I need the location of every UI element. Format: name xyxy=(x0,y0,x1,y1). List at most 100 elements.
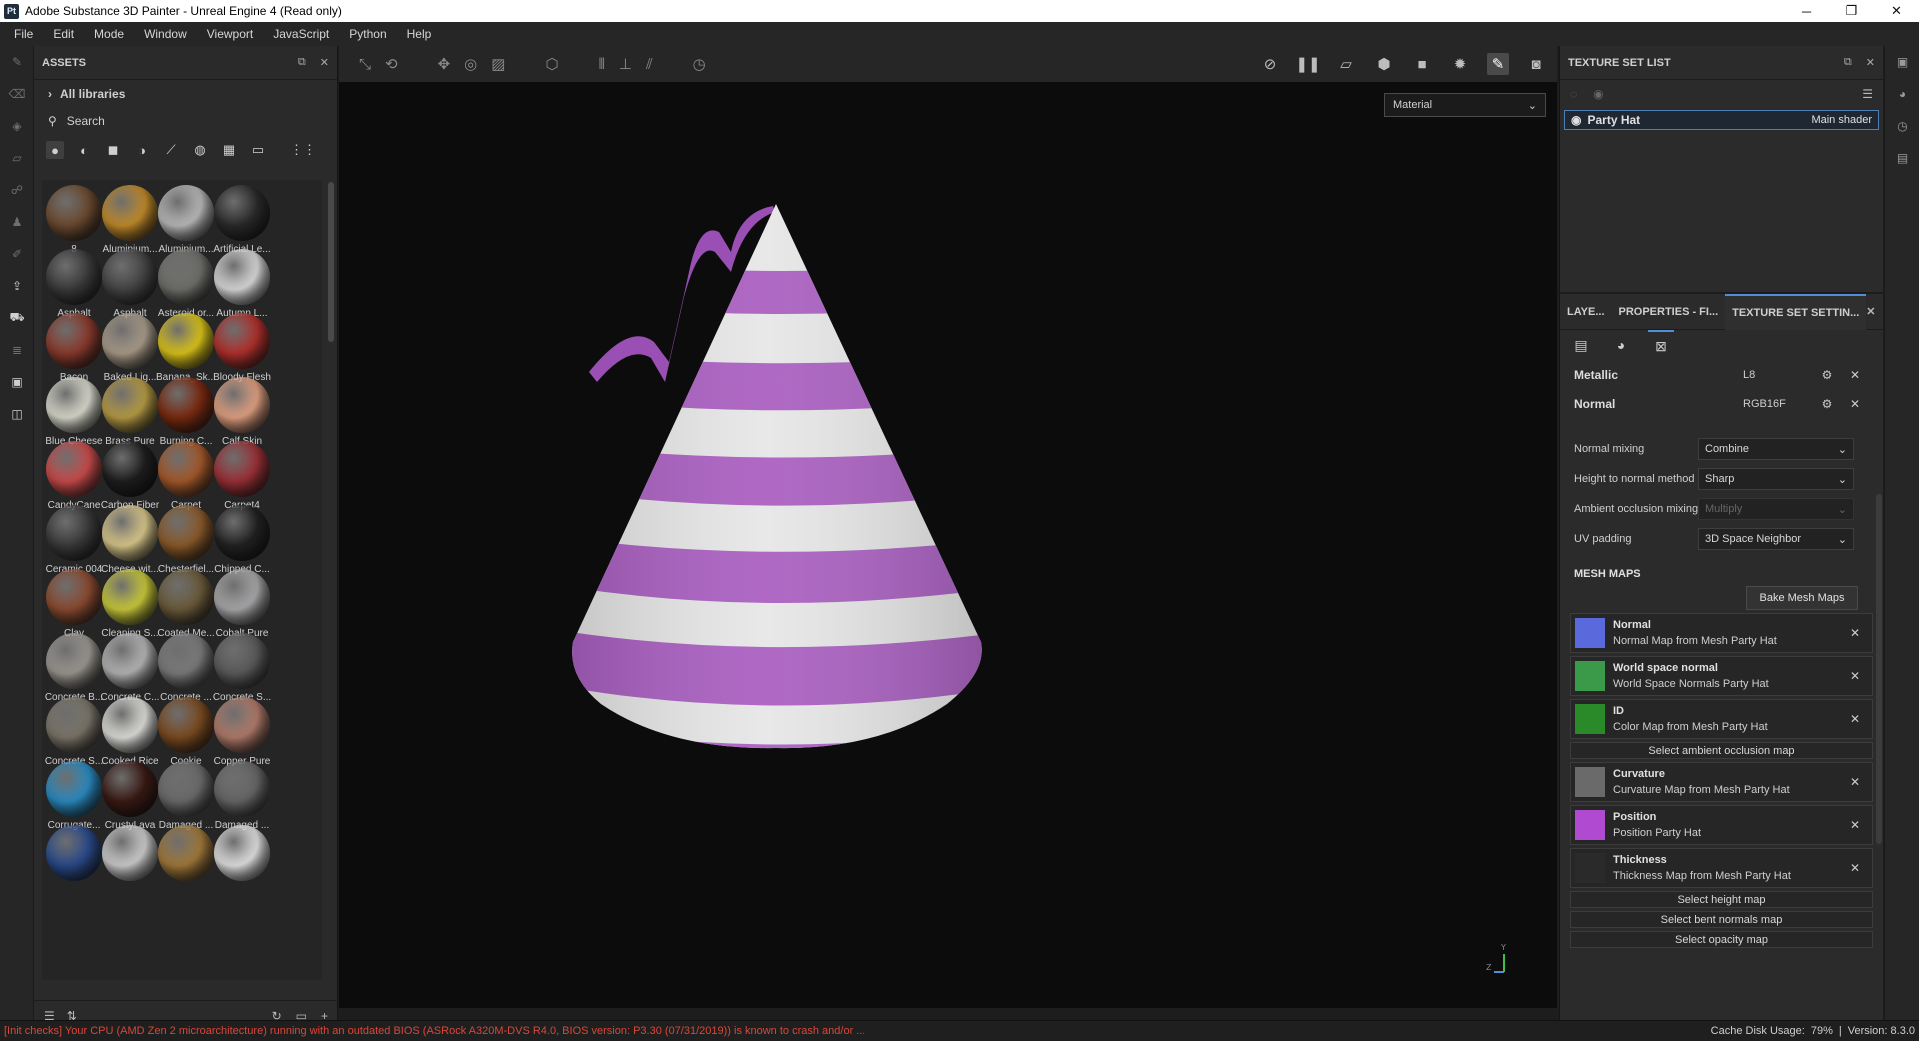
log-icon[interactable]: ▤ xyxy=(1885,142,1919,174)
rotate-icon[interactable]: ◎ xyxy=(464,55,477,73)
pause-icon[interactable]: ❚❚ xyxy=(1295,53,1320,75)
asset-item[interactable] xyxy=(208,822,276,900)
remove-channel-icon[interactable]: ✕ xyxy=(1841,397,1869,411)
float-panel-icon[interactable]: ⧉ xyxy=(1844,56,1852,69)
shader-icon[interactable]: ◕ xyxy=(1608,330,1634,360)
remove-map-icon[interactable]: ✕ xyxy=(1850,712,1860,726)
select-ambient-occlusion-map-button[interactable]: Select ambient occlusion map xyxy=(1570,742,1873,759)
history-icon[interactable]: ◷ xyxy=(1885,110,1919,142)
remove-map-icon[interactable]: ✕ xyxy=(1850,861,1860,875)
channel-format[interactable]: RGB16F xyxy=(1743,398,1813,410)
mesh-map-source[interactable]: Thickness Map from Mesh Party Hat xyxy=(1613,870,1791,882)
textures-filter-icon[interactable]: ▦ xyxy=(220,141,238,159)
paint-mode-icon[interactable]: ✎ xyxy=(1487,53,1509,75)
remove-channel-icon[interactable]: ✕ xyxy=(1841,368,1869,382)
color-picker-icon[interactable]: ✐ xyxy=(0,238,34,270)
select-bent-normals-map-button[interactable]: Select bent normals map xyxy=(1570,911,1873,928)
search-input[interactable]: Search xyxy=(67,114,105,128)
uv-padding-select[interactable]: 3D Space Neighbor ⌄ xyxy=(1698,528,1854,550)
remove-map-icon[interactable]: ✕ xyxy=(1850,669,1860,683)
menu-help[interactable]: Help xyxy=(397,27,442,41)
texture-set-icon[interactable]: ▤ xyxy=(1568,330,1594,360)
generators-filter-icon[interactable]: ◑ xyxy=(133,141,151,159)
mesh-map-source[interactable]: Normal Map from Mesh Party Hat xyxy=(1613,635,1777,647)
brushes-filter-icon[interactable]: ⟋ xyxy=(162,141,180,159)
shader-settings-icon[interactable]: ◕ xyxy=(1885,78,1919,110)
assets-search[interactable]: ⚲ Search xyxy=(34,108,337,134)
mesh-map-source[interactable]: World Space Normals Party Hat xyxy=(1613,678,1769,690)
mesh-map-item[interactable]: World space normal World Space Normals Pa… xyxy=(1570,656,1873,696)
menu-javascript[interactable]: JavaScript xyxy=(263,27,339,41)
assets-scrollbar[interactable] xyxy=(328,182,334,342)
close-panel-icon[interactable]: ✕ xyxy=(1866,56,1875,69)
3d-viewport[interactable] xyxy=(339,82,1557,1008)
scale-icon[interactable]: ▨ xyxy=(491,55,505,73)
menu-viewport[interactable]: Viewport xyxy=(197,27,263,41)
close-panel-icon[interactable]: ✕ xyxy=(320,56,329,69)
channel-format[interactable]: L8 xyxy=(1743,369,1813,381)
materials-filter-icon[interactable]: ● xyxy=(46,141,64,159)
eye-icon[interactable]: ◉ xyxy=(1593,87,1603,101)
shader-name[interactable]: Main shader xyxy=(1811,114,1872,126)
menu-file[interactable]: File xyxy=(4,27,43,41)
render-icon[interactable]: ✹ xyxy=(1449,53,1471,75)
mesh-map-item[interactable]: Thickness Thickness Map from Mesh Party H… xyxy=(1570,848,1873,888)
mirror-z-icon[interactable]: ⫽ xyxy=(646,56,653,73)
height-to-normal-select[interactable]: Sharp ⌄ xyxy=(1698,468,1854,490)
grid-view-icon[interactable]: ⋮⋮ xyxy=(290,141,316,159)
gear-icon[interactable]: ⚙ xyxy=(1813,368,1841,382)
bake-mesh-maps-button[interactable]: Bake Mesh Maps xyxy=(1746,586,1858,610)
mirror-y-icon[interactable]: ⊥ xyxy=(619,55,632,73)
mirror-x-icon[interactable]: ⫴ xyxy=(599,56,605,73)
viewer-icon[interactable]: ◫ xyxy=(0,398,34,430)
mesh-map-source[interactable]: Curvature Map from Mesh Party Hat xyxy=(1613,784,1790,796)
uv-icon[interactable]: ⊠ xyxy=(1648,330,1674,360)
remove-map-icon[interactable]: ✕ xyxy=(1850,818,1860,832)
clone-icon[interactable]: ♟ xyxy=(0,206,34,238)
camera-icon[interactable]: ■ xyxy=(1411,53,1433,75)
maximize-button[interactable]: ❐ xyxy=(1829,0,1874,22)
cube-icon[interactable]: ⬡ xyxy=(545,55,558,73)
close-icon[interactable]: ✕ xyxy=(1866,305,1883,318)
display-settings-icon[interactable]: ▣ xyxy=(0,366,34,398)
mesh-map-item[interactable]: Normal Normal Map from Mesh Party Hat ✕ xyxy=(1570,613,1873,653)
init-check-warning[interactable]: [Init checks] Your CPU (AMD Zen 2 microa… xyxy=(4,1025,864,1037)
paint-brush-icon[interactable]: ✎ xyxy=(0,46,34,78)
mesh-map-item[interactable]: Position Position Party Hat ✕ xyxy=(1570,805,1873,845)
remove-map-icon[interactable]: ✕ xyxy=(1850,775,1860,789)
uv-transform-2-icon[interactable]: ⟲ xyxy=(385,55,398,73)
menu-edit[interactable]: Edit xyxy=(43,27,84,41)
minimize-button[interactable]: ─ xyxy=(1784,0,1829,22)
tab-texture-set-settings[interactable]: TEXTURE SET SETTIN... xyxy=(1725,293,1867,330)
uv-transform-icon[interactable]: ⤡ xyxy=(359,56,371,73)
tab-layers[interactable]: LAYE... xyxy=(1560,294,1612,330)
layers-icon[interactable]: ≣ xyxy=(0,334,34,366)
hide-icon[interactable]: ⊘ xyxy=(1259,53,1281,75)
smudge-icon[interactable]: ☍ xyxy=(0,174,34,206)
mesh-map-source[interactable]: Position Party Hat xyxy=(1613,827,1701,839)
tab-properties[interactable]: PROPERTIES - FI... xyxy=(1612,294,1726,330)
eye-icon[interactable]: ◉ xyxy=(1571,113,1581,127)
bake-icon[interactable]: ⛟ xyxy=(0,302,34,334)
menu-mode[interactable]: Mode xyxy=(84,27,134,41)
all-libraries-row[interactable]: › All libraries xyxy=(34,80,337,108)
mesh-map-source[interactable]: Color Map from Mesh Party Hat xyxy=(1613,721,1768,733)
eraser-icon[interactable]: ⌫ xyxy=(0,78,34,110)
mesh-map-item[interactable]: ID Color Map from Mesh Party Hat ✕ xyxy=(1570,699,1873,739)
gear-icon[interactable]: ⚙ xyxy=(1813,397,1841,411)
screenshot-icon[interactable]: ◙ xyxy=(1525,53,1547,75)
smart-materials-filter-icon[interactable]: ◐ xyxy=(75,141,93,159)
masks-filter-icon[interactable]: ◼ xyxy=(104,141,122,159)
menu-window[interactable]: Window xyxy=(134,27,197,41)
environments-filter-icon[interactable]: ▭ xyxy=(249,141,267,159)
polygon-fill-icon[interactable]: ▱ xyxy=(0,142,34,174)
mesh-map-item[interactable]: Curvature Curvature Map from Mesh Party H… xyxy=(1570,762,1873,802)
float-panel-icon[interactable]: ⧉ xyxy=(298,56,306,69)
normal-mixing-select[interactable]: Combine ⌄ xyxy=(1698,438,1854,460)
viewport-mode-select[interactable]: Material ⌄ xyxy=(1384,93,1546,117)
view-2d-icon[interactable]: ▱ xyxy=(1335,53,1357,75)
hide-icon[interactable]: ◌ xyxy=(1570,87,1577,101)
projection-icon[interactable]: ◈ xyxy=(0,110,34,142)
texture-set-list-icon[interactable]: ▣ xyxy=(1885,46,1919,78)
menu-python[interactable]: Python xyxy=(339,27,396,41)
